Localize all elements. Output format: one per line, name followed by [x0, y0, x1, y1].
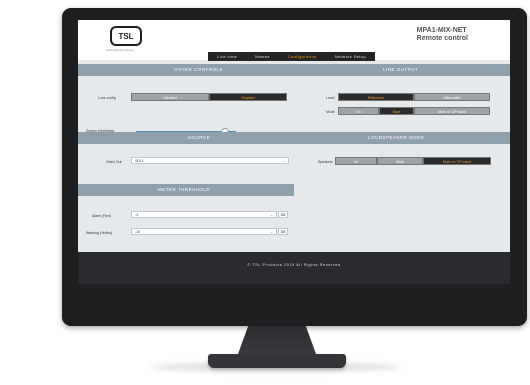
warning-unit: DB: [278, 228, 288, 235]
chevron-down-icon: ⌄: [282, 159, 285, 163]
logo-subtitle: Audio Service Group: [106, 48, 134, 52]
chevron-down-icon: ⌄: [270, 213, 273, 217]
section-band-1: OTHER CONTROLS LINE OUTPUT: [78, 64, 510, 76]
level-attenuated-button[interactable]: Attenuated: [414, 93, 490, 101]
page-title: MPA1-MIX-NET Remote control: [417, 27, 468, 43]
video-out-label: Video Out: [106, 160, 122, 164]
mode-mute-button[interactable]: Mute: [379, 107, 414, 115]
source-title: SOURCE: [188, 135, 211, 140]
speakers-mute-on-tp-button[interactable]: Mute on T/P insert: [423, 157, 491, 165]
page-footer: © TSL Products 2019 All Rights Reserved: [78, 252, 510, 284]
tab-names[interactable]: Names: [246, 52, 279, 61]
device-subtitle: Remote control: [416, 35, 468, 42]
alarm-label: Alarm (Red): [92, 214, 111, 218]
lock-config-label: Lock config: [98, 96, 116, 100]
mode-on-button[interactable]: On: [338, 107, 379, 115]
section-band-3: METER THRESHOLD: [78, 184, 294, 196]
alarm-select[interactable]: -3 ⌄: [131, 211, 277, 218]
lock-disabled-button[interactable]: Disabled: [131, 93, 209, 101]
warning-label: Warning (Yellow): [86, 231, 113, 235]
monitor-screen: TSL Audio Service Group MPA1-MIX-NET Rem…: [78, 20, 510, 284]
line-output-title: LINE OUTPUT: [383, 67, 419, 72]
main-nav: Live view Names Configuration Network Se…: [208, 52, 376, 61]
video-out-select[interactable]: SDI 1 ⌄: [131, 157, 289, 164]
device-name: MPA1-MIX-NET: [416, 27, 467, 34]
mode-mute-on-tp-button[interactable]: Mute on T/P insert: [414, 107, 490, 115]
alarm-unit: DB: [278, 211, 288, 218]
level-label: Level: [326, 96, 335, 100]
tsl-logo: TSL: [110, 26, 142, 46]
speakers-on-button[interactable]: On: [335, 157, 377, 165]
mode-label: Mode: [326, 110, 335, 114]
copyright-text: © TSL Products 2019 All Rights Reserved: [247, 262, 341, 267]
other-controls-title: OTHER CONTROLS: [174, 67, 224, 72]
level-reference-button[interactable]: Reference: [338, 93, 414, 101]
tab-configuration[interactable]: Configuration: [279, 52, 326, 61]
loudspeaker-mode-title: LOUDSPEAKER MODE: [368, 135, 425, 140]
tab-live-view[interactable]: Live view: [208, 52, 246, 61]
alarm-value: -3: [135, 213, 139, 217]
app-header: TSL Audio Service Group MPA1-MIX-NET Rem…: [78, 20, 510, 61]
video-out-value: SDI 1: [135, 159, 144, 163]
section-band-2: SOURCE LOUDSPEAKER MODE: [78, 132, 510, 144]
lock-enabled-button[interactable]: Enabled: [209, 93, 287, 101]
tab-network-setup[interactable]: Network Setup: [326, 52, 375, 61]
meter-threshold-title: METER THRESHOLD: [158, 187, 211, 192]
monitor-stand-base: [208, 354, 346, 368]
speakers-mute-button[interactable]: Mute: [377, 157, 423, 165]
chevron-down-icon: ⌄: [270, 230, 273, 234]
warning-value: -10: [135, 230, 141, 234]
logo-text: TSL: [118, 31, 134, 41]
speakers-label: Speakers: [318, 160, 333, 164]
warning-select[interactable]: -10 ⌄: [131, 228, 277, 235]
